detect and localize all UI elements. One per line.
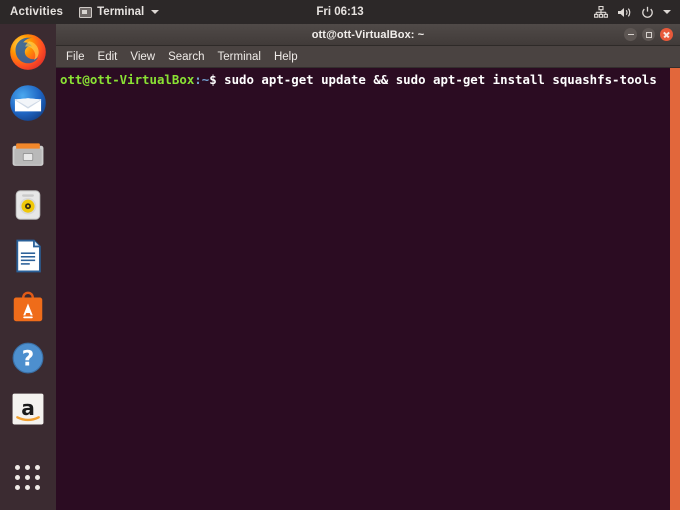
network-icon[interactable]: [594, 5, 608, 19]
window-title-bar[interactable]: ott@ott-VirtualBox: ~: [56, 24, 680, 46]
power-icon[interactable]: [641, 6, 654, 19]
dock: ? a: [0, 24, 56, 510]
dock-item-rhythmbox[interactable]: [6, 183, 50, 227]
menu-item-search[interactable]: Search: [168, 51, 204, 63]
maximize-button[interactable]: [642, 28, 655, 41]
app-menu-label: Terminal: [97, 6, 145, 18]
dock-item-files[interactable]: [6, 132, 50, 176]
menu-item-view[interactable]: View: [130, 51, 155, 63]
menu-item-help[interactable]: Help: [274, 51, 298, 63]
libreoffice-writer-icon: [16, 239, 41, 273]
terminal-scrollbar-thumb[interactable]: [670, 68, 680, 510]
firefox-icon: [10, 34, 46, 70]
dock-item-help[interactable]: ?: [6, 336, 50, 380]
thunderbird-icon: [10, 85, 46, 121]
close-button[interactable]: [660, 28, 673, 41]
menu-item-terminal[interactable]: Terminal: [218, 51, 261, 63]
command-line: sudo apt-get update && sudo apt-get inst…: [224, 72, 657, 87]
menu-item-file[interactable]: File: [66, 51, 85, 63]
rhythmbox-icon: [15, 190, 41, 220]
prompt-user: ott@ott-VirtualBox: [60, 72, 195, 87]
window-title: ott@ott-VirtualBox: ~: [311, 28, 425, 41]
volume-icon[interactable]: [617, 6, 632, 19]
app-menu-terminal[interactable]: Terminal: [73, 6, 165, 18]
prompt-symbol: $: [209, 72, 225, 87]
terminal-text: ott@ott-VirtualBox:~$ sudo apt-get updat…: [60, 72, 680, 89]
chevron-down-icon: [151, 10, 160, 14]
ubuntu-software-icon: [13, 291, 43, 322]
svg-text:a: a: [21, 396, 35, 420]
dock-item-libreoffice-writer[interactable]: [6, 234, 50, 278]
chevron-down-icon[interactable]: [663, 10, 671, 14]
top-bar: Activities Terminal Fri 06:13: [0, 0, 680, 24]
amazon-icon: a: [12, 393, 44, 425]
terminal-scrollbar[interactable]: [670, 68, 680, 510]
activities-button[interactable]: Activities: [0, 6, 73, 18]
dock-item-thunderbird[interactable]: [6, 81, 50, 125]
prompt-path: :~: [194, 72, 210, 87]
svg-text:?: ?: [22, 347, 34, 372]
terminal-window: ott@ott-VirtualBox: ~ File Edit View Sea…: [56, 24, 680, 510]
system-tray: [594, 5, 680, 19]
terminal-icon: [79, 6, 93, 18]
menu-item-edit[interactable]: Edit: [98, 51, 118, 63]
files-icon: [12, 143, 44, 166]
terminal-output-area[interactable]: ott@ott-VirtualBox:~$ sudo apt-get updat…: [56, 68, 680, 510]
dock-item-firefox[interactable]: [6, 30, 50, 74]
menu-bar: File Edit View Search Terminal Help: [56, 46, 680, 68]
dock-item-amazon[interactable]: a: [6, 387, 50, 431]
dock-item-ubuntu-software[interactable]: [6, 285, 50, 329]
minimize-button[interactable]: [624, 28, 637, 41]
window-controls: [624, 28, 680, 41]
show-applications-button[interactable]: [6, 456, 50, 500]
grid-icon: [15, 465, 41, 491]
help-icon: ?: [12, 342, 44, 374]
